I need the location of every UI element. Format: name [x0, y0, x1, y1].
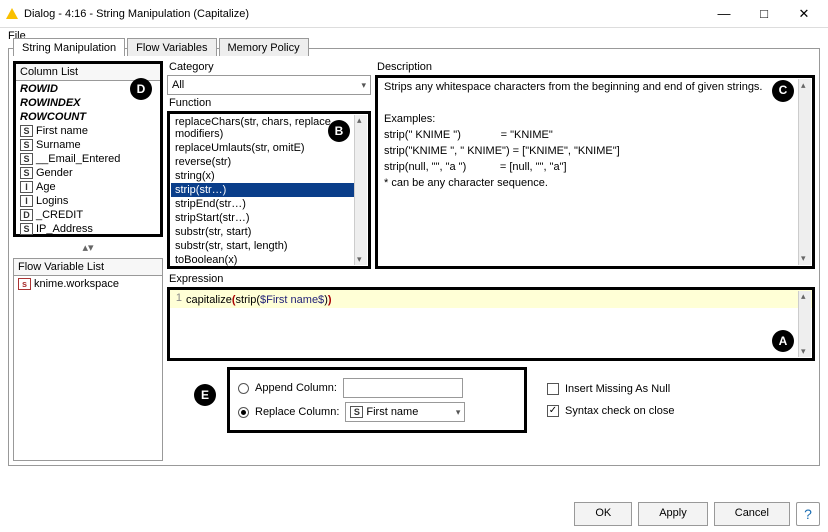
dialog-button-bar: OK Apply Cancel ?: [574, 502, 820, 526]
tab-flow-variables[interactable]: Flow Variables: [127, 38, 216, 56]
insert-missing-label: Insert Missing As Null: [565, 383, 670, 395]
function-item[interactable]: reverse(str): [171, 155, 367, 169]
flow-variable-panel: Flow Variable List sknime.workspace: [13, 258, 163, 461]
flow-variable-item[interactable]: sknime.workspace: [16, 277, 160, 291]
append-column-input[interactable]: [343, 378, 463, 398]
badge-e: E: [194, 384, 216, 406]
function-item[interactable]: replaceUmlauts(str, omitE): [171, 141, 367, 155]
scrollbar[interactable]: [798, 79, 811, 265]
expression-code: capitalize(strip($First name$)): [186, 292, 332, 306]
window-title: Dialog - 4:16 - String Manipulation (Cap…: [24, 8, 704, 20]
badge-c: C: [772, 80, 794, 102]
apply-button[interactable]: Apply: [638, 502, 708, 526]
flow-variable-title: Flow Variable List: [14, 259, 162, 276]
replace-column-radio[interactable]: [238, 407, 249, 418]
desc-line: strip(null, "", "a ") = [null, "", "a"]: [384, 160, 806, 176]
function-item[interactable]: stripStart(str…): [171, 211, 367, 225]
expression-label: Expression: [167, 273, 815, 285]
column-item[interactable]: SSurname: [18, 138, 158, 152]
function-item[interactable]: toBoolean(x): [171, 253, 367, 267]
column-item[interactable]: SGender: [18, 166, 158, 180]
scrollbar[interactable]: [798, 291, 811, 357]
function-item[interactable]: substr(str, start): [171, 225, 367, 239]
column-item[interactable]: D_CREDIT: [18, 208, 158, 222]
column-label: Logins: [36, 195, 68, 207]
flow-variable-label: knime.workspace: [34, 278, 119, 290]
rowcount-item[interactable]: ROWCOUNT: [18, 110, 158, 124]
type-icon: I: [20, 195, 33, 207]
desc-line: Strips any whitespace characters from th…: [384, 80, 806, 96]
scrollbar[interactable]: [354, 115, 367, 265]
description-box: C Strips any whitespace characters from …: [375, 75, 815, 269]
app-icon: [6, 8, 18, 19]
description-label: Description: [375, 61, 815, 73]
replace-column-value: First name: [366, 406, 418, 418]
column-item[interactable]: SIP_Address: [18, 222, 158, 236]
type-icon: S: [20, 223, 33, 235]
type-icon: S: [20, 139, 33, 151]
replace-column-label: Replace Column:: [255, 406, 339, 418]
desc-line: Examples:: [384, 112, 806, 128]
type-icon: s: [18, 278, 31, 290]
function-item-selected[interactable]: strip(str…): [171, 183, 367, 197]
syntax-check-label: Syntax check on close: [565, 405, 674, 417]
badge-d: D: [130, 78, 152, 100]
type-icon: S: [20, 153, 33, 165]
type-icon: D: [20, 209, 33, 221]
chevron-down-icon: ▾: [456, 407, 461, 418]
column-item[interactable]: IAge: [18, 180, 158, 194]
syntax-check-checkbox[interactable]: ✓: [547, 405, 559, 417]
column-label: __Email_Entered: [36, 153, 120, 165]
category-select[interactable]: All ▾: [167, 75, 371, 95]
column-label: IP_Address: [36, 223, 93, 235]
column-label: Surname: [36, 139, 81, 151]
badge-b: B: [328, 120, 350, 142]
desc-line: * can be any character sequence.: [384, 176, 806, 192]
function-list[interactable]: B replaceChars(str, chars, replace, modi…: [167, 111, 371, 269]
expression-editor[interactable]: A 1 capitalize(strip($First name$)): [167, 287, 815, 361]
column-item[interactable]: ILogins: [18, 194, 158, 208]
desc-line: strip("KNIME ", " KNIME") = ["KNIME", "K…: [384, 144, 806, 160]
help-button[interactable]: ?: [796, 502, 820, 526]
desc-line: strip(" KNIME ") = "KNIME": [384, 128, 806, 144]
type-icon: S: [350, 406, 363, 418]
column-label: Age: [36, 181, 56, 193]
tab-string-manipulation[interactable]: String Manipulation: [13, 38, 125, 56]
column-item[interactable]: S__Email_Entered: [18, 152, 158, 166]
insert-missing-checkbox[interactable]: [547, 383, 559, 395]
config-panel: String Manipulation Flow Variables Memor…: [8, 48, 820, 466]
replace-column-select[interactable]: SFirst name ▾: [345, 402, 465, 422]
splitter-handle[interactable]: ▴▾: [13, 241, 163, 254]
function-item[interactable]: stripEnd(str…): [171, 197, 367, 211]
column-list-panel: D Column List ROWID ROWINDEX ROWCOUNT SF…: [13, 61, 163, 237]
line-number: 1: [172, 292, 186, 306]
append-column-label: Append Column:: [255, 382, 337, 394]
maximize-button[interactable]: □: [744, 2, 784, 26]
function-label: Function: [167, 97, 371, 109]
function-item[interactable]: substr(str, start, length): [171, 239, 367, 253]
cancel-button[interactable]: Cancel: [714, 502, 790, 526]
category-label: Category: [167, 61, 371, 73]
close-button[interactable]: ✕: [784, 2, 824, 26]
title-bar: Dialog - 4:16 - String Manipulation (Cap…: [0, 0, 828, 28]
tab-memory-policy[interactable]: Memory Policy: [219, 38, 309, 56]
minimize-button[interactable]: —: [704, 2, 744, 26]
output-column-options: E Append Column: Replace Column: SFirst …: [227, 367, 527, 433]
column-label: _CREDIT: [36, 209, 83, 221]
column-label: First name: [36, 125, 88, 137]
type-icon: S: [20, 125, 33, 137]
column-label: Gender: [36, 167, 73, 179]
append-column-radio[interactable]: [238, 383, 249, 394]
chevron-down-icon: ▾: [361, 80, 366, 91]
function-item[interactable]: string(x): [171, 169, 367, 183]
column-item[interactable]: SFirst name: [18, 124, 158, 138]
type-icon: S: [20, 167, 33, 179]
ok-button[interactable]: OK: [574, 502, 632, 526]
type-icon: I: [20, 181, 33, 193]
category-value: All: [172, 79, 184, 91]
badge-a: A: [772, 330, 794, 352]
